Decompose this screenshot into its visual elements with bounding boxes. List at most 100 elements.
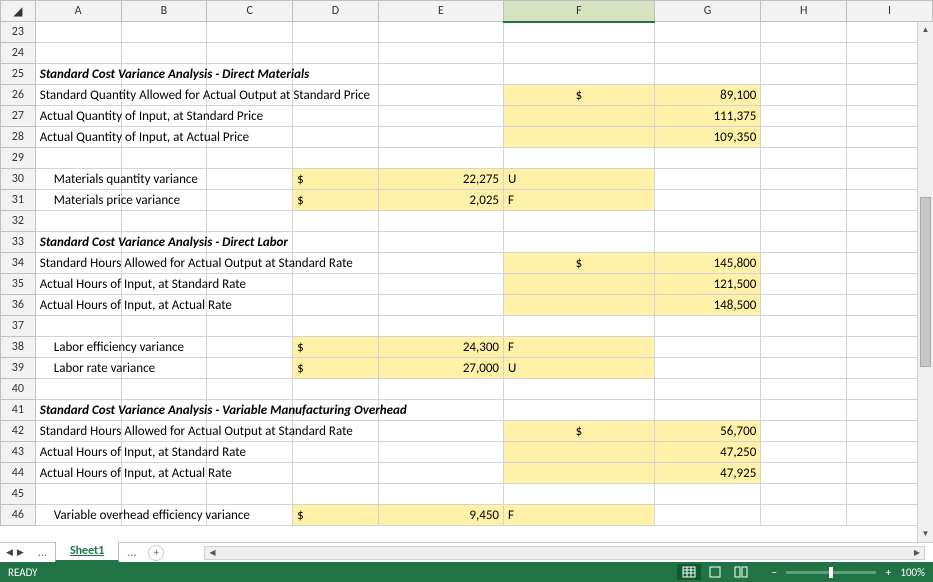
cell-G35[interactable]: 121,500 (654, 274, 761, 295)
row-header-24[interactable]: 24 (1, 43, 36, 64)
row-header-43[interactable]: 43 (1, 442, 36, 463)
cell-G43[interactable]: 47,250 (654, 442, 761, 463)
vertical-scrollbar[interactable]: ▲ ▼ (917, 22, 933, 542)
spreadsheet-grid[interactable]: ◢ A B C D E F G H I 23 24 25 Standard Co… (0, 0, 933, 542)
cell-F31[interactable]: F (504, 190, 655, 211)
cell-F26[interactable]: $ (504, 85, 655, 106)
cell-F35[interactable] (504, 274, 655, 295)
cell-F46[interactable]: F (504, 505, 655, 526)
row-header-44[interactable]: 44 (1, 463, 36, 484)
col-header-E[interactable]: E (378, 1, 503, 22)
hscroll-right-arrow-icon[interactable]: ▶ (910, 547, 924, 559)
col-header-D[interactable]: D (293, 1, 379, 22)
row-header-41[interactable]: 41 (1, 400, 36, 421)
row-header-29[interactable]: 29 (1, 148, 36, 169)
row-header-27[interactable]: 27 (1, 106, 36, 127)
row-header-28[interactable]: 28 (1, 127, 36, 148)
cell-D39[interactable]: $ (293, 358, 379, 379)
col-header-A[interactable]: A (35, 1, 121, 22)
cell-A25[interactable]: Standard Cost Variance Analysis - Direct… (35, 64, 121, 85)
row-header-30[interactable]: 30 (1, 169, 36, 190)
cell-F38[interactable]: F (504, 337, 655, 358)
cell-A41[interactable]: Standard Cost Variance Analysis - Variab… (35, 400, 121, 421)
cell-A33[interactable]: Standard Cost Variance Analysis - Direct… (35, 232, 121, 253)
scroll-down-arrow-icon[interactable]: ▼ (918, 526, 933, 542)
col-header-I[interactable]: I (847, 1, 933, 22)
cell-G36[interactable]: 148,500 (654, 295, 761, 316)
col-header-H[interactable]: H (761, 1, 847, 22)
row-header-25[interactable]: 25 (1, 64, 36, 85)
sheet-nav-next-icon[interactable]: ▶ (17, 547, 24, 558)
horizontal-scrollbar[interactable]: ◀ ▶ (204, 546, 925, 560)
row-header-33[interactable]: 33 (1, 232, 36, 253)
scroll-up-arrow-icon[interactable]: ▲ (918, 22, 933, 38)
scroll-thumb[interactable] (920, 197, 931, 367)
cell-E30[interactable]: 22,275 (378, 169, 503, 190)
sheet-nav-prev-icon[interactable]: ◀ (6, 547, 13, 558)
zoom-level[interactable]: 100% (900, 566, 925, 579)
row-header-32[interactable]: 32 (1, 211, 36, 232)
cell-G28[interactable]: 109,350 (654, 127, 761, 148)
cell-D31[interactable]: $ (293, 190, 379, 211)
cell-A34[interactable]: Standard Hours Allowed for Actual Output… (35, 253, 121, 274)
cell-A26[interactable]: Standard Quantity Allowed for Actual Out… (35, 85, 121, 106)
col-header-C[interactable]: C (207, 1, 293, 22)
col-header-F[interactable]: F (504, 1, 655, 22)
cell-F30[interactable]: U (504, 169, 655, 190)
select-all-corner[interactable]: ◢ (1, 1, 36, 22)
row-header-37[interactable]: 37 (1, 316, 36, 337)
row-header-45[interactable]: 45 (1, 484, 36, 505)
cell-D30[interactable]: $ (293, 169, 379, 190)
row-header-39[interactable]: 39 (1, 358, 36, 379)
cell-A38[interactable]: Labor efficiency variance (35, 337, 121, 358)
cell-F34[interactable]: $ (504, 253, 655, 274)
cell-A39[interactable]: Labor rate variance (35, 358, 121, 379)
row-header-40[interactable]: 40 (1, 379, 36, 400)
sheet-nav-more2-icon[interactable]: ... (119, 546, 144, 560)
row-header-42[interactable]: 42 (1, 421, 36, 442)
cell-F39[interactable]: U (504, 358, 655, 379)
zoom-slider[interactable] (786, 571, 876, 574)
row-header-23[interactable]: 23 (1, 22, 36, 43)
view-page-layout-icon[interactable] (703, 564, 727, 580)
cell-A28[interactable]: Actual Quantity of Input, at Actual Pric… (35, 127, 121, 148)
add-sheet-button[interactable]: + (148, 545, 164, 561)
view-page-break-icon[interactable] (729, 564, 753, 580)
cell-A36[interactable]: Actual Hours of Input, at Actual Rate (35, 295, 121, 316)
cell-E38[interactable]: 24,300 (378, 337, 503, 358)
cell-F43[interactable] (504, 442, 655, 463)
sheet-tab-active[interactable]: Sheet1 (55, 542, 119, 562)
sheet-nav-more-icon[interactable]: ... (30, 546, 55, 560)
row-header-34[interactable]: 34 (1, 253, 36, 274)
cell-A27[interactable]: Actual Quantity of Input, at Standard Pr… (35, 106, 121, 127)
zoom-in-button[interactable]: + (882, 566, 894, 579)
cell-D46[interactable]: $ (293, 505, 379, 526)
zoom-out-button[interactable]: − (768, 566, 780, 579)
hscroll-left-arrow-icon[interactable]: ◀ (205, 547, 219, 559)
cell-A31[interactable]: Materials price variance (35, 190, 121, 211)
cell-E31[interactable]: 2,025 (378, 190, 503, 211)
cell-E39[interactable]: 27,000 (378, 358, 503, 379)
row-header-38[interactable]: 38 (1, 337, 36, 358)
cell-F42[interactable]: $ (504, 421, 655, 442)
cell-F27[interactable] (504, 106, 655, 127)
col-header-G[interactable]: G (654, 1, 761, 22)
cell-A30[interactable]: Materials quantity variance (35, 169, 121, 190)
cell-G27[interactable]: 111,375 (654, 106, 761, 127)
cell-F28[interactable] (504, 127, 655, 148)
cell-A44[interactable]: Actual Hours of Input, at Actual Rate (35, 463, 121, 484)
cell-F44[interactable] (504, 463, 655, 484)
cell-A42[interactable]: Standard Hours Allowed for Actual Output… (35, 421, 121, 442)
row-header-26[interactable]: 26 (1, 85, 36, 106)
cell-G42[interactable]: 56,700 (654, 421, 761, 442)
cell-E46[interactable]: 9,450 (378, 505, 503, 526)
cell-G34[interactable]: 145,800 (654, 253, 761, 274)
cell-A46[interactable]: Variable overhead efficiency variance (35, 505, 121, 526)
cell-G26[interactable]: 89,100 (654, 85, 761, 106)
row-header-35[interactable]: 35 (1, 274, 36, 295)
cell-A35[interactable]: Actual Hours of Input, at Standard Rate (35, 274, 121, 295)
cell-F36[interactable] (504, 295, 655, 316)
row-header-36[interactable]: 36 (1, 295, 36, 316)
cell-G44[interactable]: 47,925 (654, 463, 761, 484)
col-header-B[interactable]: B (121, 1, 207, 22)
